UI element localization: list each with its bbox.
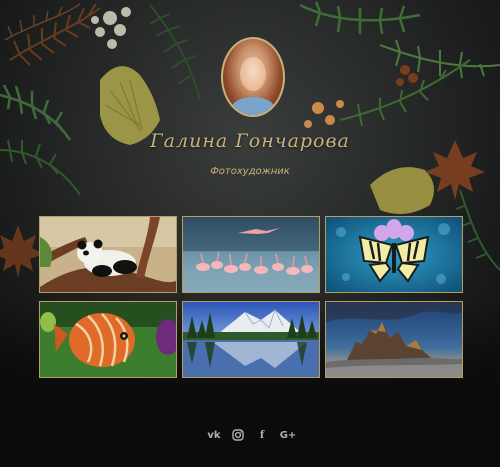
gallery-thumb-mountain-lake[interactable] [182,301,320,378]
gallery-thumb-fish[interactable] [39,301,177,378]
vk-icon[interactable]: vk [205,428,223,442]
gallery-thumb-butterfly[interactable] [325,216,463,293]
instagram-glyph [232,429,244,441]
gallery-thumb-rock-peaks[interactable] [325,301,463,378]
butterfly-photo [326,217,462,292]
photographer-name: Галина Гончарова [150,130,350,152]
profile-avatar [221,37,285,117]
gallery-thumb-panda[interactable] [39,216,177,293]
photographer-role: Фотохудожник [210,166,290,177]
rock-peaks-photo [326,302,462,377]
instagram-icon[interactable] [230,428,246,442]
fish-photo [40,302,176,377]
panda-photo [40,217,176,292]
gallery-thumb-flamingos[interactable] [182,216,320,293]
photo-gallery [39,216,463,378]
avatar-shirt [231,97,275,115]
mountain-lake-photo [183,302,319,377]
flamingos-photo [183,217,319,292]
facebook-icon[interactable]: f [255,428,269,442]
google-plus-icon[interactable]: G+ [278,428,298,442]
avatar-face [240,57,266,91]
